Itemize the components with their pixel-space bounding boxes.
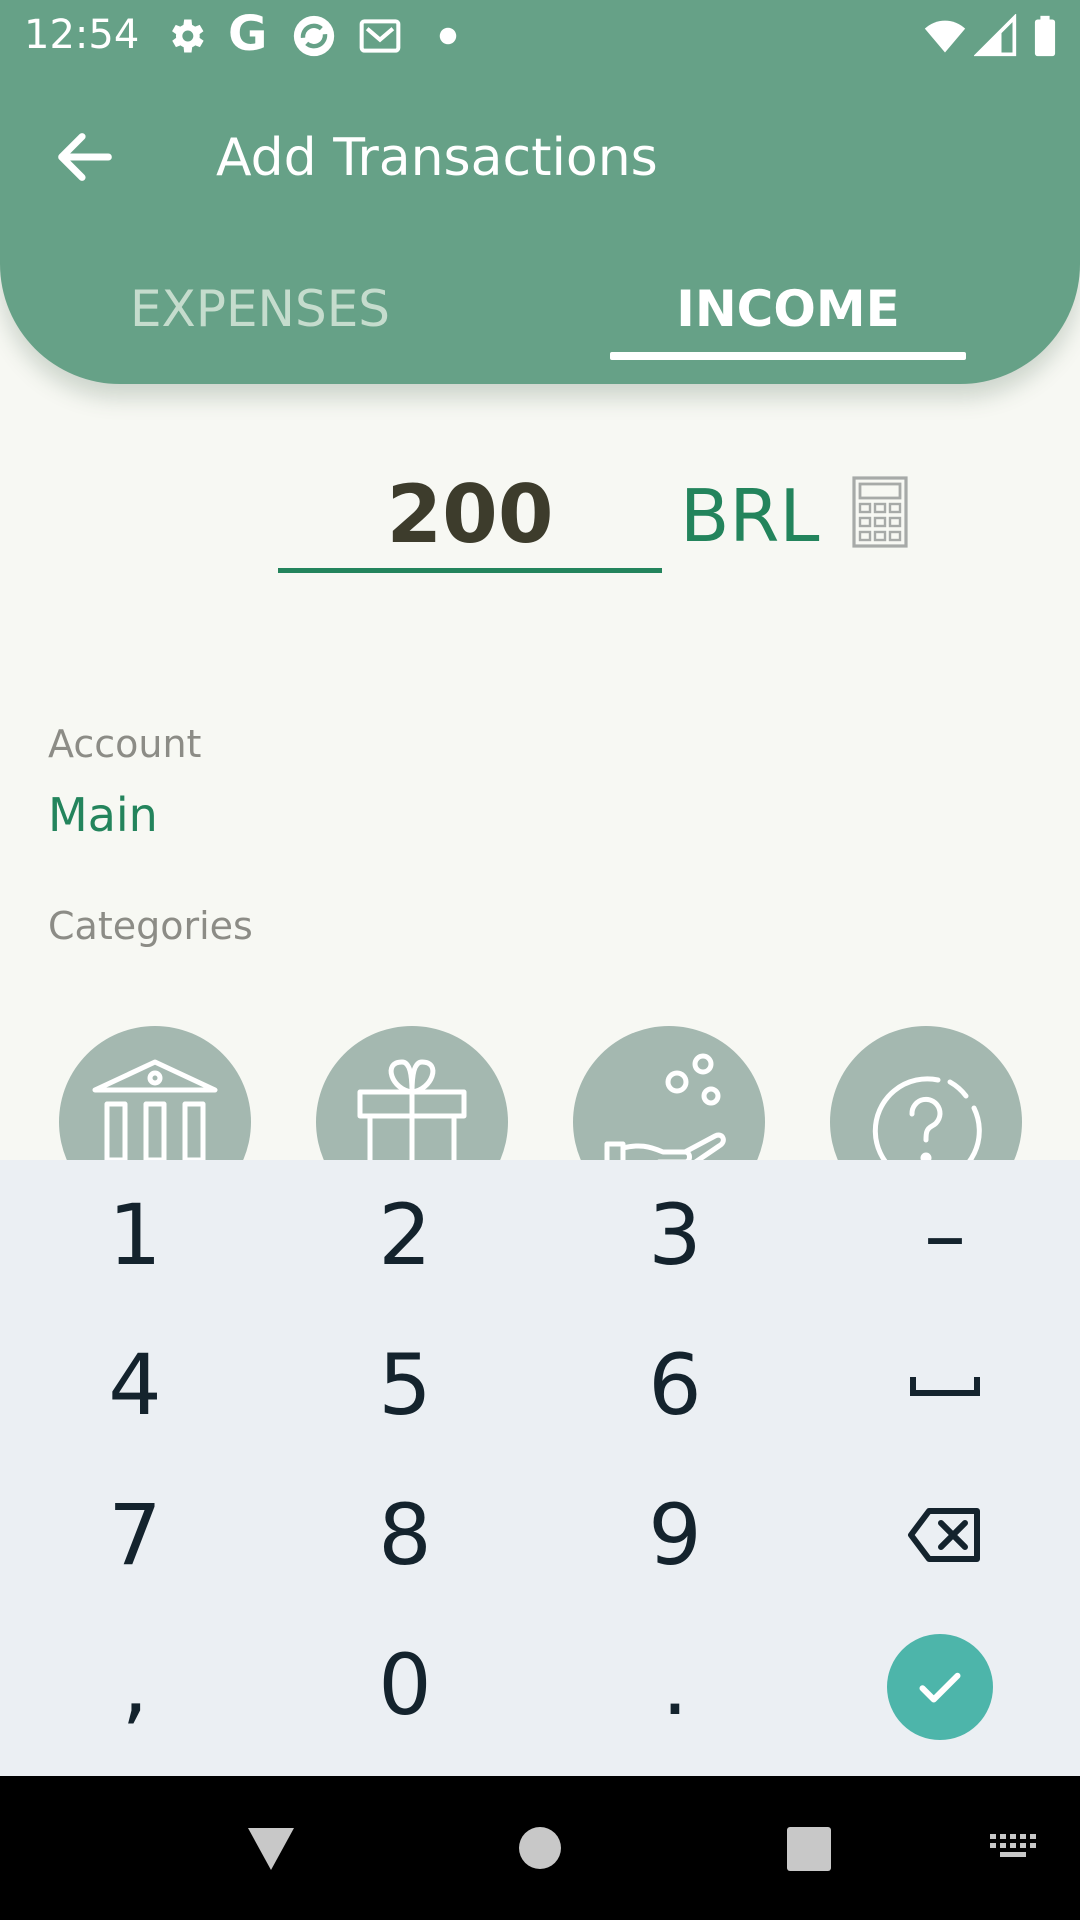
key-minus[interactable]: – xyxy=(810,1160,1080,1310)
key-space[interactable] xyxy=(810,1310,1080,1460)
settings-icon xyxy=(172,19,204,53)
mail-icon xyxy=(359,19,401,53)
key-8[interactable]: 8 xyxy=(270,1460,540,1610)
status-bar: 12:54 G xyxy=(0,0,1080,72)
key-6[interactable]: 6 xyxy=(540,1310,810,1460)
recents-nav-icon[interactable] xyxy=(787,1827,831,1871)
google-icon: G xyxy=(228,6,268,62)
key-1[interactable]: 1 xyxy=(0,1160,270,1310)
categories-label: Categories xyxy=(48,904,253,948)
arrow-left-icon[interactable] xyxy=(50,122,120,192)
dot-icon xyxy=(439,27,457,45)
account-selector[interactable]: Main xyxy=(48,788,158,842)
key-period[interactable]: . xyxy=(540,1610,810,1760)
navigation-bar xyxy=(0,1776,1080,1920)
check-icon xyxy=(919,1672,961,1703)
sync-icon xyxy=(293,15,335,57)
tab-income[interactable]: INCOME xyxy=(610,280,966,338)
tab-indicator xyxy=(610,352,966,360)
done-button[interactable] xyxy=(887,1634,993,1740)
wifi-icon xyxy=(924,20,966,53)
signal-icon xyxy=(974,14,1017,57)
currency-selector[interactable]: BRL xyxy=(680,474,820,558)
key-9[interactable]: 9 xyxy=(540,1460,810,1610)
status-time: 12:54 xyxy=(24,12,140,58)
account-label: Account xyxy=(48,722,202,766)
key-4[interactable]: 4 xyxy=(0,1310,270,1460)
backspace-icon xyxy=(908,1508,980,1562)
calculator-icon[interactable] xyxy=(852,476,908,548)
tab-expenses[interactable]: EXPENSES xyxy=(90,280,430,338)
key-5[interactable]: 5 xyxy=(270,1310,540,1460)
app-header: 12:54 G Add Transactions EXPENSES INCOME xyxy=(0,0,1080,384)
space-icon xyxy=(910,1377,980,1396)
amount-input[interactable]: 200 xyxy=(278,468,662,561)
key-backspace[interactable] xyxy=(810,1460,1080,1610)
key-7[interactable]: 7 xyxy=(0,1460,270,1610)
battery-icon xyxy=(1034,15,1056,57)
amount-underline xyxy=(278,568,662,573)
page-title: Add Transactions xyxy=(216,128,658,188)
key-comma[interactable]: , xyxy=(0,1610,270,1760)
key-3[interactable]: 3 xyxy=(540,1160,810,1310)
home-nav-icon[interactable] xyxy=(518,1826,562,1870)
key-2[interactable]: 2 xyxy=(270,1160,540,1310)
keyboard-switch-icon[interactable] xyxy=(990,1834,1038,1864)
key-0[interactable]: 0 xyxy=(270,1610,540,1760)
back-nav-icon[interactable] xyxy=(246,1826,296,1872)
